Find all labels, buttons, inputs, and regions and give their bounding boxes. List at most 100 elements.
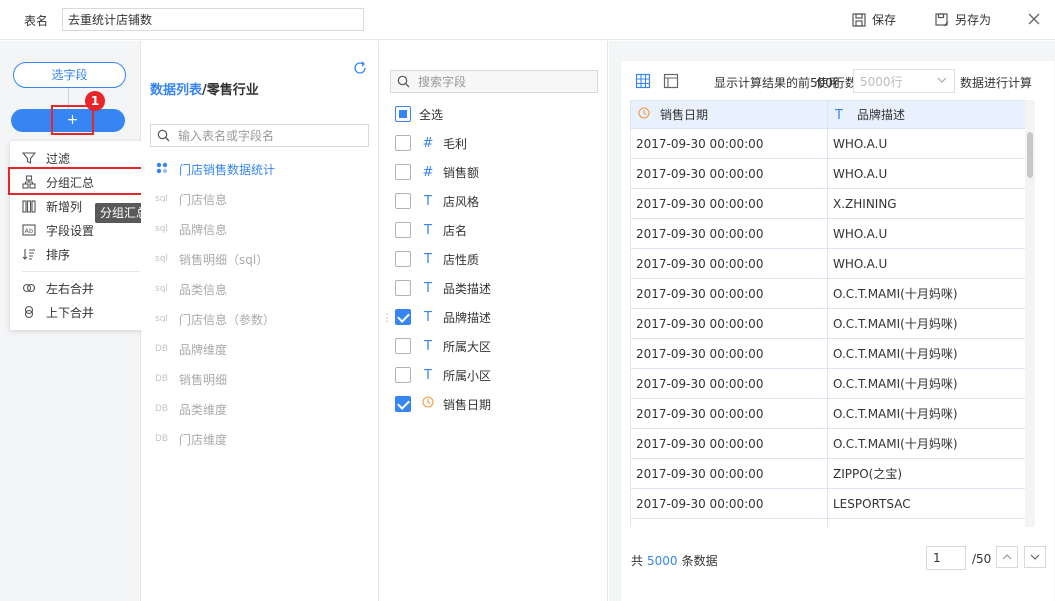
field-checkbox[interactable] — [395, 222, 411, 238]
select-all-checkbox[interactable]: 全选 — [395, 104, 443, 124]
drag-handle-icon[interactable]: ⋮ — [382, 313, 392, 327]
table-name-input[interactable] — [62, 8, 364, 31]
field-search-input[interactable] — [418, 74, 588, 89]
close-icon[interactable] — [1026, 11, 1042, 27]
refresh-icon[interactable] — [353, 61, 367, 75]
chevron-down-icon — [937, 77, 947, 83]
add-step-button[interactable]: + — [11, 105, 125, 135]
field-checkbox[interactable] — [395, 164, 411, 180]
page-total: /50 — [972, 552, 992, 566]
table-row: 2017-09-30 00:00:00 O.C.T.MAMI(十月妈咪) — [630, 308, 1025, 339]
field-item[interactable]: T 品牌描述 — [395, 307, 491, 327]
field-checkbox[interactable] — [395, 309, 411, 325]
preview-panel: 显示计算结果的前500行数据 使用 5000行 数据进行计算 销售日期 T 品牌描… — [609, 41, 1055, 601]
table-list-item[interactable]: sql 品类信息 — [155, 279, 227, 299]
table-cell: 2017-09-30 00:00:00 — [630, 398, 828, 429]
preview-calc-text: 数据进行计算 — [960, 76, 1033, 90]
column-header-sales-date[interactable]: 销售日期 — [630, 100, 828, 129]
table-view-icon[interactable] — [635, 73, 651, 89]
save-as-button[interactable]: 另存为 — [935, 11, 991, 28]
field-item[interactable]: T 店名 — [395, 220, 467, 240]
table-cell: WHO.A.U — [827, 248, 1025, 279]
page-number-input[interactable] — [926, 546, 966, 570]
select-field-button[interactable]: 选字段 — [13, 62, 126, 88]
table-list-item-label: 品类信息 — [179, 282, 228, 297]
detail-view-icon[interactable] — [663, 73, 679, 89]
menu-item-left-right-merge[interactable]: 左右合并 — [10, 276, 150, 300]
field-search-box[interactable] — [390, 70, 598, 93]
page-down-button[interactable] — [1024, 546, 1046, 568]
table-cell: 2017-09-30 00:00:00 — [630, 158, 828, 189]
table-list-item[interactable]: DB 销售明细 — [155, 369, 227, 389]
table-list-item[interactable]: sql 品牌信息 — [155, 219, 227, 239]
table-list-item-label: 门店维度 — [179, 432, 228, 447]
field-item[interactable]: # 毛利 — [395, 133, 467, 153]
table-row: 2017-09-30 00:00:00 ZIPPO(之宝) — [630, 458, 1025, 489]
scrollbar-thumb[interactable] — [1027, 132, 1033, 178]
field-item[interactable]: T 店风格 — [395, 191, 479, 211]
table-scrollbar[interactable] — [1025, 100, 1035, 527]
preview-hint-text: 显示计算结果的前500行数据 — [714, 76, 869, 90]
table-list-item-label: 门店信息（参数） — [179, 312, 276, 327]
page-up-button[interactable] — [996, 546, 1018, 568]
field-label: 品类描述 — [443, 281, 492, 296]
table-search-input[interactable] — [178, 128, 358, 143]
top-bar: 表名 保存 另存为 — [0, 0, 1055, 40]
clock-icon — [638, 107, 652, 122]
table-cell: LESPORTSAC — [827, 488, 1025, 519]
select-all-check[interactable] — [395, 106, 411, 122]
sql-icon: sql — [155, 254, 168, 264]
total-count-number: 5000 — [647, 554, 678, 568]
table-row: 2017-09-30 00:00:00 WHO.A.U — [630, 248, 1025, 279]
field-item[interactable]: T 品类描述 — [395, 278, 491, 298]
field-item[interactable]: T 所属大区 — [395, 336, 491, 356]
column-header-brand-desc[interactable]: T 品牌描述 — [827, 100, 1025, 129]
table-list-item[interactable]: sql 门店信息（参数） — [155, 309, 275, 329]
preview-card: 显示计算结果的前500行数据 使用 5000行 数据进行计算 销售日期 T 品牌描… — [621, 61, 1054, 601]
field-label: 店风格 — [443, 194, 480, 209]
table-list-item[interactable]: sql 销售明细（sql） — [155, 249, 268, 269]
text-type-icon: T — [424, 251, 432, 267]
table-cell: X.ZHINING — [827, 188, 1025, 219]
save-label: 保存 — [872, 13, 897, 27]
database-icon: DB — [155, 374, 169, 384]
field-panel: 全选 # 毛利 # 销售额 T 店风格 T 店名 T 店性质 T 品类描述 T 品牌描述 T 所属大区 T 所属小… — [380, 41, 622, 601]
field-checkbox[interactable] — [395, 338, 411, 354]
table-list-item[interactable]: sql 门店信息 — [155, 189, 227, 209]
table-search-box[interactable] — [150, 124, 369, 147]
table-list-item[interactable]: DB 品牌维度 — [155, 339, 227, 359]
field-checkbox[interactable] — [395, 280, 411, 296]
row-count-select[interactable]: 5000行 — [853, 69, 955, 93]
table-cell: 2017-09-30 00:00:00 — [630, 338, 828, 369]
left-right-merge-icon — [22, 283, 36, 293]
field-item[interactable]: 销售日期 — [395, 394, 491, 414]
sql-icon: sql — [155, 194, 168, 204]
table-list-item-label: 销售明细 — [179, 372, 228, 387]
field-item[interactable]: T 店性质 — [395, 249, 479, 269]
field-checkbox[interactable] — [395, 135, 411, 151]
field-item[interactable]: # 销售额 — [395, 162, 479, 182]
table-cell: 2017-09-30 00:00:00 — [630, 218, 828, 249]
table-list-item[interactable]: 门店销售数据统计 — [155, 159, 275, 179]
field-checkbox[interactable] — [395, 251, 411, 267]
menu-item-up-down-merge[interactable]: 上下合并 — [10, 300, 150, 324]
menu-item-sort[interactable]: 排序 — [10, 242, 150, 266]
table-list-item[interactable]: DB 门店维度 — [155, 429, 227, 449]
table-row: 2017-09-30 00:00:00 O.C.T.MAMI(十月妈咪) — [630, 428, 1025, 459]
field-checkbox[interactable] — [395, 367, 411, 383]
text-type-icon: T — [424, 338, 432, 354]
field-checkbox[interactable] — [395, 193, 411, 209]
data-list-link[interactable]: 数据列表 — [150, 83, 202, 98]
sql-icon: sql — [155, 224, 168, 234]
field-label: 店性质 — [443, 252, 480, 267]
table-cell: O.C.T.MAMI(十月妈咪) — [827, 368, 1025, 399]
svg-text:Ab: Ab — [25, 227, 34, 235]
text-type-icon: T — [424, 222, 432, 238]
table-row: 2017-09-30 00:00:00 WHO.A.U — [630, 218, 1025, 249]
table-cell: ZIPPO(之宝) — [827, 458, 1025, 489]
table-row: 2017-09-30 00:00:00 O.C.T.MAMI(十月妈咪) — [630, 338, 1025, 369]
save-button[interactable]: 保存 — [852, 11, 896, 28]
field-item[interactable]: T 所属小区 — [395, 365, 491, 385]
field-checkbox[interactable] — [395, 396, 411, 412]
table-list-item[interactable]: DB 品类维度 — [155, 399, 227, 419]
